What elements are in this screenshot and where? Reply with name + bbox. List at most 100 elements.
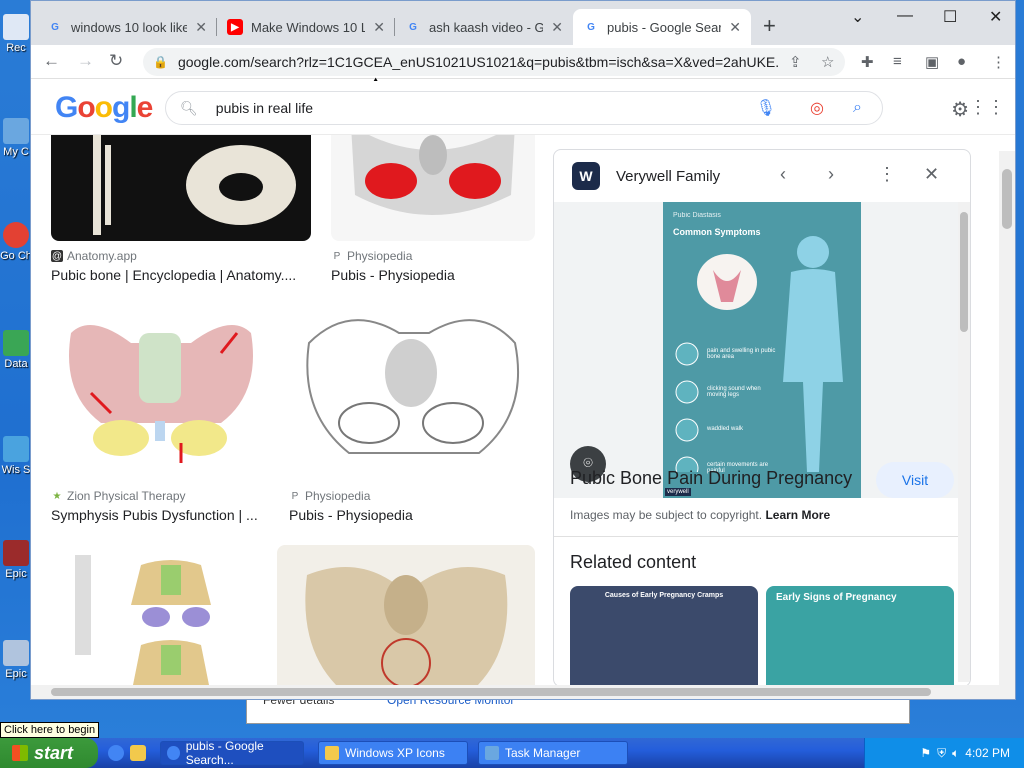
image-result[interactable]: P Physiopedia Pubis - Physiopedia (289, 303, 533, 523)
address-bar[interactable]: 🔒 google.com/search?rlz=1C1GCEA_enUS1021… (143, 48, 845, 76)
visit-button[interactable]: Visit (876, 462, 954, 498)
panel-source-name[interactable]: Verywell Family (616, 168, 720, 185)
tab-close-icon[interactable]: ✕ (551, 19, 563, 36)
next-chevron-icon[interactable]: › (828, 164, 834, 185)
image-result[interactable]: @ Anatomy.app Pubic bone | Encyclopedia … (51, 135, 311, 283)
panel-scrollbar[interactable] (958, 202, 970, 682)
share-icon[interactable]: ⇪ (789, 53, 802, 71)
result-thumbnail[interactable] (289, 303, 533, 481)
result-title[interactable]: Symphysis Pubis Dysfunction | ... (51, 507, 269, 523)
desktop-icon-my-computer[interactable]: My C (0, 118, 32, 158)
microphone-icon[interactable]: 🎙︎ (756, 98, 776, 118)
desktop-icon-chrome[interactable]: Go Ch (0, 222, 32, 262)
url-text[interactable]: google.com/search?rlz=1C1GCEA_enUS1021US… (178, 54, 778, 70)
result-thumbnail[interactable] (277, 545, 535, 685)
bookmark-star-icon[interactable]: ☆ (821, 53, 834, 71)
chrome-window: G windows 10 look like ✕ ▶ Make Windows … (30, 0, 1016, 700)
image-result[interactable]: ★ Zion Physical Therapy Symphysis Pubis … (51, 303, 269, 523)
panel-header: W Verywell Family ‹ › ⋮ ✕ (554, 150, 970, 202)
security-shield-icon[interactable]: ⛨ (937, 746, 946, 761)
image-result[interactable] (277, 545, 535, 685)
media-control-icon[interactable]: ≡ (893, 53, 902, 70)
tab-windows-10-look[interactable]: G windows 10 look like ✕ (37, 9, 217, 45)
wise-icon (3, 436, 29, 462)
settings-gear-icon[interactable]: ⚙ (951, 97, 969, 122)
preview-image-area[interactable]: Pubic Diastasis Common Symptoms pain and… (554, 202, 970, 498)
tab-close-icon[interactable]: ✕ (195, 19, 207, 36)
panel-image-title[interactable]: Pubic Bone Pain During Pregnancy (570, 468, 852, 489)
chrome-icon (3, 222, 29, 248)
profile-avatar-icon[interactable]: ● (957, 53, 966, 70)
forward-arrow-icon[interactable]: → (77, 51, 94, 71)
side-panel-icon[interactable]: ▣ (925, 53, 939, 71)
browser-toolbar: ← → ↻ 🔒 google.com/search?rlz=1C1GCEA_en… (31, 45, 1015, 79)
google-lens-icon[interactable]: ◎ (810, 98, 824, 118)
close-button[interactable]: ✕ (989, 7, 1002, 27)
desktop-icon-data[interactable]: Data (0, 330, 32, 370)
horizontal-scrollbar[interactable] (31, 685, 1015, 699)
taskbar-item-windows-xp-icons[interactable]: Windows XP Icons (318, 741, 468, 765)
menu-kebab-icon[interactable]: ⋮ (991, 53, 1006, 71)
tab-title: ash kaash video - Go (429, 19, 544, 35)
result-thumbnail[interactable] (51, 135, 311, 241)
scrollbar-thumb[interactable] (51, 688, 931, 696)
network-icon[interactable]: ⚑ (920, 746, 931, 760)
tab-ash-kaash[interactable]: G ash kaash video - Go ✕ (395, 9, 573, 45)
result-title[interactable]: Pubic bone | Encyclopedia | Anatomy.... (51, 267, 311, 283)
taskbar-item-task-manager[interactable]: Task Manager (478, 741, 628, 765)
taskbar-item-chrome[interactable]: pubis - Google Search... (160, 739, 304, 767)
google-search-box[interactable]: 🔍︎ pubis in real life 🎙︎ ◎ ⌕ (165, 91, 883, 125)
close-panel-icon[interactable]: ✕ (924, 164, 939, 185)
desktop-icon-epic-1[interactable]: Epic (0, 540, 32, 580)
maximize-button[interactable]: ☐ (943, 7, 957, 27)
extensions-icon[interactable]: ✚ (861, 53, 874, 71)
desktop-icon-recycle-bin[interactable]: Rec (0, 14, 32, 54)
start-button[interactable]: start (0, 738, 98, 768)
result-thumbnail[interactable] (51, 303, 269, 481)
volume-icon[interactable]: 🔈︎ (952, 746, 959, 761)
result-thumbnail[interactable] (51, 545, 257, 685)
image-result[interactable] (51, 545, 257, 685)
learn-more-link[interactable]: Learn More (765, 508, 830, 522)
desktop-icon-wise[interactable]: Wis S (0, 436, 32, 476)
more-options-icon[interactable]: ⋮ (878, 164, 896, 185)
minimize-button[interactable]: — (897, 7, 913, 25)
related-card[interactable]: Early Signs of Pregnancy (766, 586, 954, 686)
desktop-icon-epic-2[interactable]: Epic (0, 640, 32, 680)
search-input[interactable]: pubis in real life (216, 100, 313, 116)
image-results-grid: @ Anatomy.app Pubic bone | Encyclopedia … (31, 135, 551, 685)
data-icon (3, 330, 29, 356)
new-tab-button[interactable]: + (763, 13, 776, 39)
clock[interactable]: 4:02 PM (965, 746, 1010, 760)
previous-chevron-icon[interactable]: ‹ (780, 164, 786, 185)
google-logo[interactable]: Google (55, 91, 153, 125)
tab-close-icon[interactable]: ✕ (729, 19, 741, 36)
result-title[interactable]: Pubis - Physiopedia (331, 267, 535, 283)
copyright-notice: Images may be subject to copyright. Lear… (570, 508, 831, 522)
tab-close-icon[interactable]: ✕ (373, 19, 385, 36)
result-source[interactable]: ★ Zion Physical Therapy (51, 489, 269, 503)
tab-make-windows-10[interactable]: ▶ Make Windows 10 Lo ✕ (217, 9, 395, 45)
scrollbar-thumb[interactable] (960, 212, 968, 332)
page-scrollbar[interactable] (999, 151, 1015, 691)
related-content-heading: Related content (570, 552, 697, 572)
preview-image[interactable]: Pubic Diastasis Common Symptoms pain and… (663, 202, 861, 498)
lock-icon[interactable]: 🔒 (153, 55, 168, 69)
result-source[interactable]: P Physiopedia (289, 489, 533, 503)
reload-icon[interactable]: ↻ (109, 51, 123, 71)
google-apps-icon[interactable]: ⋮⋮ (969, 97, 1005, 118)
related-card[interactable]: Causes of Early Pregnancy Cramps (570, 586, 758, 686)
explorer-quicklaunch-icon[interactable] (130, 745, 146, 761)
tab-search-icon[interactable]: ⌄ (851, 7, 864, 27)
result-title[interactable]: Pubis - Physiopedia (289, 507, 533, 523)
chrome-quicklaunch-icon[interactable] (108, 745, 124, 761)
scrollbar-thumb[interactable] (1002, 169, 1012, 229)
result-source[interactable]: @ Anatomy.app (51, 249, 311, 263)
result-thumbnail[interactable] (331, 135, 535, 241)
back-arrow-icon[interactable]: ← (43, 51, 60, 71)
image-result[interactable]: P Physiopedia Pubis - Physiopedia (331, 135, 535, 283)
tab-pubis-search[interactable]: G pubis - Google Searc ✕ (573, 9, 751, 45)
computer-icon (3, 118, 29, 144)
result-source[interactable]: P Physiopedia (331, 249, 535, 263)
search-submit-icon[interactable]: ⌕ (853, 99, 862, 117)
